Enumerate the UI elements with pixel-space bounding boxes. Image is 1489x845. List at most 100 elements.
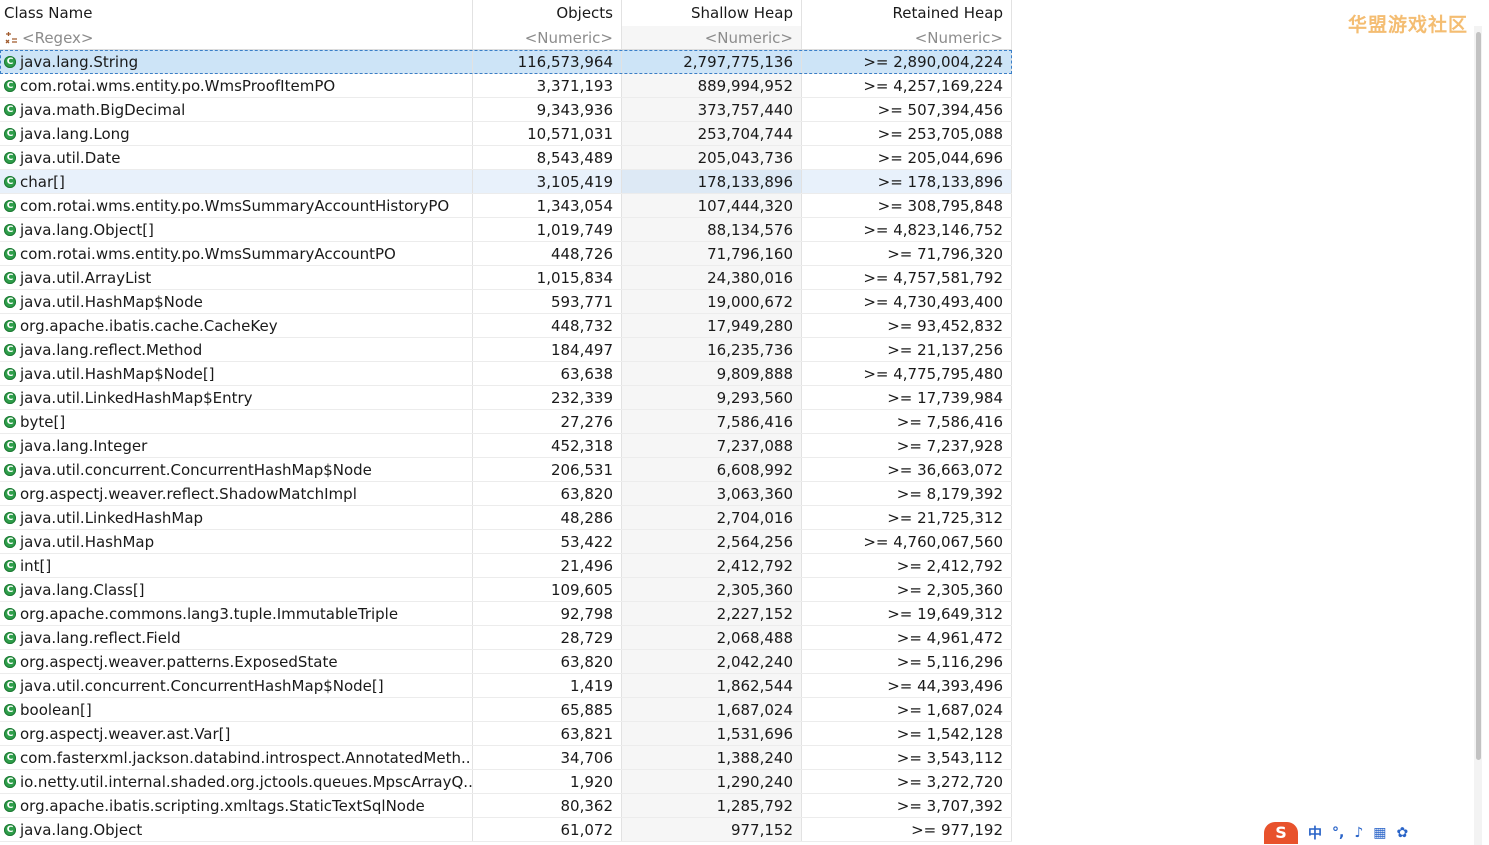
cell-objects: 48,286: [473, 506, 622, 529]
class-icon: C: [4, 319, 16, 332]
cell-shallow-heap: 2,227,152: [622, 602, 802, 625]
table-row[interactable]: Corg.apache.commons.lang3.tuple.Immutabl…: [0, 602, 1012, 626]
column-header-class-name[interactable]: Class Name: [0, 0, 473, 26]
cell-retained-heap: >= 253,705,088: [802, 122, 1012, 145]
cell-retained-heap: >= 7,237,928: [802, 434, 1012, 457]
class-icon: C: [4, 751, 16, 764]
table-row[interactable]: Cjava.lang.Object 61,072 977,152 >= 977,192: [0, 818, 1012, 842]
table-row[interactable]: Cjava.util.LinkedHashMap 48,286 2,704,016 >…: [0, 506, 1012, 530]
filter-objects[interactable]: <Numeric>: [473, 26, 622, 49]
class-icon: C: [4, 103, 16, 116]
cell-shallow-heap: 24,380,016: [622, 266, 802, 289]
class-icon: C: [4, 679, 16, 692]
cell-objects: 10,571,031: [473, 122, 622, 145]
cell-objects: 109,605: [473, 578, 622, 601]
table-row[interactable]: Ccom.rotai.wms.entity.po.WmsProofItemPO 3…: [0, 74, 1012, 98]
table-row[interactable]: Cjava.util.concurrent.ConcurrentHashMap$…: [0, 458, 1012, 482]
regex-filter-icon: [5, 31, 17, 43]
table-row[interactable]: Cjava.lang.Long 10,571,031 253,704,744 >= 2…: [0, 122, 1012, 146]
class-icon: C: [4, 559, 16, 572]
cell-retained-heap: >= 5,116,296: [802, 650, 1012, 673]
class-icon: C: [4, 127, 16, 140]
column-header-shallow-heap[interactable]: Shallow Heap: [622, 0, 802, 26]
cell-class-name: Cboolean[]: [0, 698, 473, 721]
table-row[interactable]: Cjava.util.HashMap 53,422 2,564,256 >= 4,76…: [0, 530, 1012, 554]
cell-class-name: Corg.apache.ibatis.scripting.xmltags.Sta…: [0, 794, 473, 817]
class-name-text: java.lang.Class[]: [20, 580, 145, 599]
table-row[interactable]: Cjava.util.LinkedHashMap$Entry 232,339 9,2…: [0, 386, 1012, 410]
filter-row: <Regex> <Numeric> <Numeric> <Numeric>: [0, 26, 1012, 50]
cell-shallow-heap: 1,862,544: [622, 674, 802, 697]
table-row[interactable]: Cchar[] 3,105,419 178,133,896 >= 178,133,89…: [0, 170, 1012, 194]
cell-objects: 232,339: [473, 386, 622, 409]
cell-shallow-heap: 3,063,360: [622, 482, 802, 505]
class-name-text: java.util.LinkedHashMap: [20, 508, 204, 527]
table-row[interactable]: Cjava.util.HashMap$Node[] 63,638 9,809,888…: [0, 362, 1012, 386]
table-row[interactable]: Cjava.util.HashMap$Node 593,771 19,000,672…: [0, 290, 1012, 314]
ime-language-toggle[interactable]: 中: [1308, 823, 1322, 843]
scrollbar-thumb[interactable]: [1476, 32, 1481, 760]
filter-class-name[interactable]: <Regex>: [0, 26, 473, 49]
cell-shallow-heap: 253,704,744: [622, 122, 802, 145]
cell-retained-heap: >= 71,796,320: [802, 242, 1012, 265]
table-row[interactable]: Cjava.lang.reflect.Method 184,497 16,235,7…: [0, 338, 1012, 362]
class-name-text: java.lang.Long: [20, 124, 130, 143]
keyboard-icon[interactable]: ▦: [1373, 825, 1386, 841]
cell-class-name: Cjava.util.HashMap$Node[]: [0, 362, 473, 385]
table-row[interactable]: Cboolean[] 65,885 1,687,024 >= 1,687,024: [0, 698, 1012, 722]
table-row[interactable]: Corg.apache.ibatis.scripting.xmltags.Sta…: [0, 794, 1012, 818]
class-icon: C: [4, 199, 16, 212]
cell-class-name: Cjava.lang.reflect.Field: [0, 626, 473, 649]
cell-shallow-heap: 6,608,992: [622, 458, 802, 481]
table-row[interactable]: Corg.aspectj.weaver.patterns.ExposedStat…: [0, 650, 1012, 674]
cell-objects: 8,543,489: [473, 146, 622, 169]
cell-objects: 1,419: [473, 674, 622, 697]
table-row[interactable]: Cjava.lang.reflect.Field 28,729 2,068,488 >…: [0, 626, 1012, 650]
table-row[interactable]: Cjava.lang.Class[] 109,605 2,305,360 >= 2,3…: [0, 578, 1012, 602]
table-row[interactable]: Cjava.util.Date 8,543,489 205,043,736 >= 20…: [0, 146, 1012, 170]
cell-shallow-heap: 1,290,240: [622, 770, 802, 793]
class-name-text: java.lang.String: [20, 52, 139, 71]
cell-class-name: Cjava.util.HashMap$Node: [0, 290, 473, 313]
table-row[interactable]: Cjava.lang.Object[] 1,019,749 88,134,576 >=…: [0, 218, 1012, 242]
ime-logo-icon[interactable]: S: [1264, 821, 1298, 844]
cell-objects: 63,820: [473, 650, 622, 673]
class-name-text: org.aspectj.weaver.patterns.ExposedState: [20, 652, 338, 671]
table-row[interactable]: Corg.apache.ibatis.cache.CacheKey 448,732…: [0, 314, 1012, 338]
cell-class-name: Cjava.lang.String: [0, 50, 473, 73]
microphone-icon[interactable]: ♪: [1354, 825, 1363, 841]
table-row[interactable]: Cio.netty.util.internal.shaded.org.jctoo…: [0, 770, 1012, 794]
class-icon: C: [4, 55, 16, 68]
table-row[interactable]: Ccom.fasterxml.jackson.databind.introspe…: [0, 746, 1012, 770]
skin-icon[interactable]: ✿: [1397, 825, 1409, 841]
column-header-row: Class Name Objects Shallow Heap Retained…: [0, 0, 1012, 26]
cell-class-name: Cjava.util.HashMap: [0, 530, 473, 553]
class-name-text: char[]: [20, 172, 65, 191]
filter-retained-heap[interactable]: <Numeric>: [802, 26, 1012, 49]
cell-class-name: Cchar[]: [0, 170, 473, 193]
table-row[interactable]: Corg.aspectj.weaver.reflect.ShadowMatchI…: [0, 482, 1012, 506]
class-icon: C: [4, 151, 16, 164]
cell-class-name: Ccom.rotai.wms.entity.po.WmsProofItemPO: [0, 74, 473, 97]
column-header-retained-heap[interactable]: Retained Heap: [802, 0, 1012, 26]
table-row[interactable]: Cint[] 21,496 2,412,792 >= 2,412,792: [0, 554, 1012, 578]
cell-class-name: Ccom.rotai.wms.entity.po.WmsSummaryAccou…: [0, 194, 473, 217]
table-row[interactable]: Cbyte[] 27,276 7,586,416 >= 7,586,416: [0, 410, 1012, 434]
table-row[interactable]: Corg.aspectj.weaver.ast.Var[] 63,821 1,531…: [0, 722, 1012, 746]
table-row[interactable]: Ccom.rotai.wms.entity.po.WmsSummaryAccou…: [0, 242, 1012, 266]
filter-shallow-heap[interactable]: <Numeric>: [622, 26, 802, 49]
cell-class-name: Corg.apache.commons.lang3.tuple.Immutabl…: [0, 602, 473, 625]
cell-shallow-heap: 9,293,560: [622, 386, 802, 409]
table-row[interactable]: Cjava.lang.Integer 452,318 7,237,088 >= 7,2…: [0, 434, 1012, 458]
cell-shallow-heap: 2,704,016: [622, 506, 802, 529]
class-icon: C: [4, 79, 16, 92]
table-row[interactable]: Cjava.util.concurrent.ConcurrentHashMap$…: [0, 674, 1012, 698]
column-header-objects[interactable]: Objects: [473, 0, 622, 26]
punctuation-icon[interactable]: °,: [1332, 825, 1344, 841]
table-row[interactable]: Cjava.lang.String 116,573,964 2,797,775,13…: [0, 50, 1012, 74]
class-name-text: java.util.Date: [20, 148, 121, 167]
table-row[interactable]: Cjava.math.BigDecimal 9,343,936 373,757,44…: [0, 98, 1012, 122]
cell-shallow-heap: 2,305,360: [622, 578, 802, 601]
table-row[interactable]: Ccom.rotai.wms.entity.po.WmsSummaryAccou…: [0, 194, 1012, 218]
table-row[interactable]: Cjava.util.ArrayList 1,015,834 24,380,016 >…: [0, 266, 1012, 290]
